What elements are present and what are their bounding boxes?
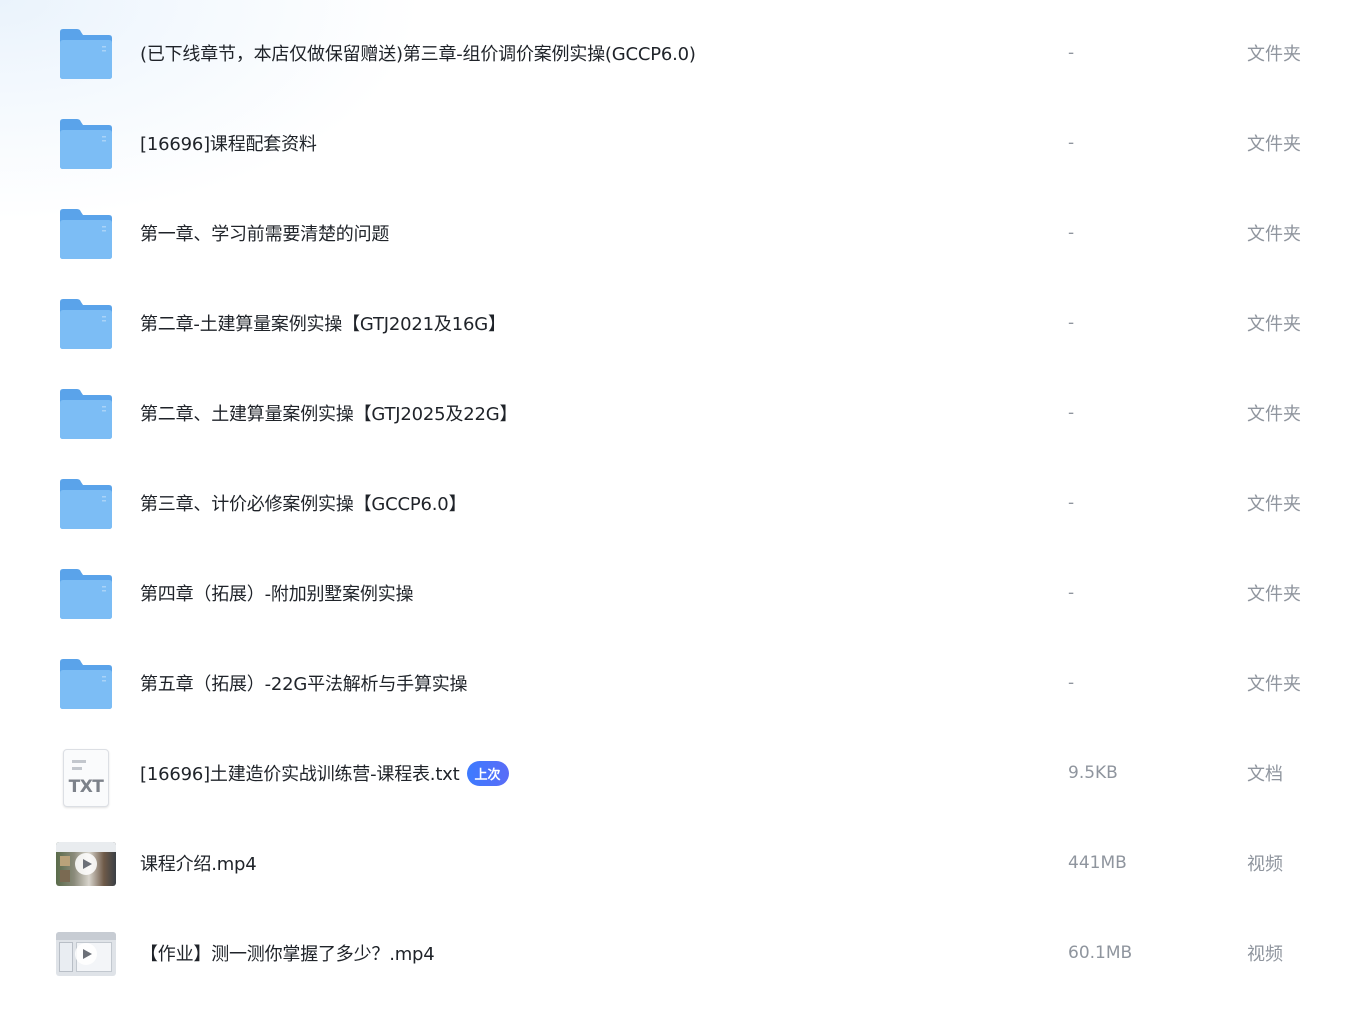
file-row-folder[interactable]: [16696]课程配套资料 - 文件夹 — [0, 98, 1369, 188]
file-row-folder[interactable]: (已下线章节，本店仅做保留赠送)第三章-组价调价案例实操(GCCP6.0) - … — [0, 8, 1369, 98]
file-type: 文件夹 — [1247, 314, 1301, 335]
file-name[interactable]: [16696]课程配套资料 — [140, 98, 317, 188]
last-opened-badge: 上次 — [466, 760, 509, 786]
file-name[interactable]: 课程介绍.mp4 — [140, 818, 257, 908]
file-name[interactable]: 第一章、学习前需要清楚的问题 — [140, 188, 389, 278]
file-name[interactable]: 【作业】测一测你掌握了多少？.mp4 — [140, 908, 435, 998]
txt-icon-label: TXT — [68, 777, 104, 797]
video-thumbnail — [56, 929, 116, 979]
file-type: 视频 — [1247, 854, 1283, 875]
file-name-text: [16696]土建造价实战训练营-课程表.txt — [140, 764, 460, 785]
file-list: (已下线章节，本店仅做保留赠送)第三章-组价调价案例实操(GCCP6.0) - … — [0, 8, 1369, 998]
file-name[interactable]: 第三章、计价必修案例实操【GCCP6.0】 — [140, 458, 467, 548]
file-row-folder[interactable]: 第一章、学习前需要清楚的问题 - 文件夹 — [0, 188, 1369, 278]
folder-icon — [56, 29, 116, 79]
file-size: - — [1068, 223, 1075, 243]
file-row-document[interactable]: TXT [16696]土建造价实战训练营-课程表.txt 上次 9.5KB 文档 — [0, 728, 1369, 818]
file-name[interactable]: [16696]土建造价实战训练营-课程表.txt 上次 — [140, 728, 509, 818]
file-name[interactable]: 第五章（拓展）-22G平法解析与手算实操 — [140, 638, 468, 728]
folder-icon — [56, 299, 116, 349]
file-size: - — [1068, 133, 1075, 153]
file-name[interactable]: 第四章（拓展）-附加别墅案例实操 — [140, 548, 413, 638]
file-type: 文件夹 — [1247, 134, 1301, 155]
txt-file-icon: TXT — [56, 749, 116, 807]
file-type: 文件夹 — [1247, 494, 1301, 515]
file-size: 60.1MB — [1068, 943, 1133, 963]
file-type: 文件夹 — [1247, 224, 1301, 245]
file-row-folder[interactable]: 第二章-土建算量案例实操【GTJ2021及16G】 - 文件夹 — [0, 278, 1369, 368]
file-size: - — [1068, 673, 1075, 693]
play-icon — [75, 943, 97, 965]
file-row-video[interactable]: 【作业】测一测你掌握了多少？.mp4 60.1MB 视频 — [0, 908, 1369, 998]
folder-icon — [56, 569, 116, 619]
file-row-video[interactable]: 课程介绍.mp4 441MB 视频 — [0, 818, 1369, 908]
folder-icon — [56, 479, 116, 529]
file-size: 441MB — [1068, 853, 1127, 873]
file-row-folder[interactable]: 第四章（拓展）-附加别墅案例实操 - 文件夹 — [0, 548, 1369, 638]
file-row-folder[interactable]: 第二章、土建算量案例实操【GTJ2025及22G】 - 文件夹 — [0, 368, 1369, 458]
file-name[interactable]: 第二章、土建算量案例实操【GTJ2025及22G】 — [140, 368, 517, 458]
file-size: - — [1068, 313, 1075, 333]
file-name[interactable]: (已下线章节，本店仅做保留赠送)第三章-组价调价案例实操(GCCP6.0) — [140, 8, 696, 98]
file-size: - — [1068, 493, 1075, 513]
file-type: 文档 — [1247, 764, 1283, 785]
file-type: 文件夹 — [1247, 674, 1301, 695]
file-row-folder[interactable]: 第三章、计价必修案例实操【GCCP6.0】 - 文件夹 — [0, 458, 1369, 548]
folder-icon — [56, 209, 116, 259]
file-name[interactable]: 第二章-土建算量案例实操【GTJ2021及16G】 — [140, 278, 506, 368]
play-icon — [75, 853, 97, 875]
file-size: - — [1068, 43, 1075, 63]
file-type: 文件夹 — [1247, 404, 1301, 425]
file-size: - — [1068, 403, 1075, 423]
folder-icon — [56, 389, 116, 439]
file-type: 文件夹 — [1247, 584, 1301, 605]
video-thumbnail — [56, 839, 116, 889]
folder-icon — [56, 119, 116, 169]
file-type: 文件夹 — [1247, 44, 1301, 65]
file-size: - — [1068, 583, 1075, 603]
file-type: 视频 — [1247, 944, 1283, 965]
file-row-folder[interactable]: 第五章（拓展）-22G平法解析与手算实操 - 文件夹 — [0, 638, 1369, 728]
file-size: 9.5KB — [1068, 763, 1118, 783]
folder-icon — [56, 659, 116, 709]
